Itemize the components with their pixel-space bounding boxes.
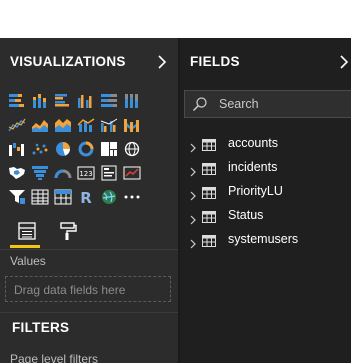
table-item-incidents[interactable]: incidents — [180, 159, 351, 183]
pie-chart-icon[interactable] — [51, 137, 74, 161]
expand-chevron-icon[interactable] — [189, 188, 197, 201]
gauge-icon[interactable] — [51, 161, 74, 185]
visual-gallery: 123 R — [5, 89, 173, 209]
filters-divider — [0, 312, 178, 313]
fields-header: FIELDS — [180, 38, 351, 86]
multi-row-card-icon[interactable] — [97, 161, 120, 185]
filters-title: FILTERS — [12, 320, 70, 335]
page-level-filters-label: Page level filters — [10, 352, 99, 363]
clustered-bar-chart-icon[interactable] — [51, 89, 74, 113]
waterfall-chart-icon[interactable] — [5, 137, 28, 161]
more-visuals-icon[interactable] — [120, 185, 143, 209]
table-icon — [202, 210, 216, 223]
top-whitespace — [0, 0, 351, 38]
r-visual-icon[interactable]: R — [74, 185, 97, 209]
matrix-icon[interactable] — [51, 185, 74, 209]
stacked-column-chart-icon[interactable] — [28, 89, 51, 113]
search-placeholder: Search — [219, 97, 259, 111]
table-name: systemusers — [228, 232, 299, 246]
slicer-icon[interactable] — [5, 185, 28, 209]
arcgis-map-icon[interactable] — [97, 185, 120, 209]
table-icon — [202, 138, 216, 151]
fields-pane: FIELDS Search accounts incidents Priorit… — [180, 38, 351, 363]
fields-title: FIELDS — [190, 54, 240, 69]
visualizations-header: VISUALIZATIONS — [0, 38, 178, 86]
table-item-status[interactable]: Status — [180, 207, 351, 231]
visualizations-pane: VISUALIZATIONS 123 R Values Drag data fi… — [0, 38, 178, 363]
table-icon[interactable] — [28, 185, 51, 209]
table-name: incidents — [228, 160, 278, 174]
line-and-stacked-column-chart-icon[interactable] — [74, 113, 97, 137]
active-tab-indicator — [10, 245, 40, 248]
expand-chevron-icon[interactable] — [189, 164, 197, 177]
svg-text:R: R — [80, 189, 92, 205]
card-icon[interactable]: 123 — [74, 161, 97, 185]
scatter-chart-icon[interactable] — [28, 137, 51, 161]
fields-search-input[interactable]: Search — [184, 90, 351, 118]
table-name: PriorityLU — [228, 184, 283, 198]
line-and-clustered-column-chart-icon[interactable] — [97, 113, 120, 137]
stacked-area-chart-icon[interactable] — [51, 113, 74, 137]
map-icon[interactable] — [120, 137, 143, 161]
100-stacked-column-chart-icon[interactable] — [120, 89, 143, 113]
search-icon — [192, 96, 208, 112]
collapse-fields-chevron-icon[interactable] — [337, 53, 351, 71]
stacked-bar-chart-icon[interactable] — [5, 89, 28, 113]
expand-chevron-icon[interactable] — [189, 212, 197, 225]
area-chart-icon[interactable] — [28, 113, 51, 137]
table-icon — [202, 162, 216, 175]
treemap-icon[interactable] — [97, 137, 120, 161]
visualizations-tabs — [0, 211, 178, 250]
100-stacked-bar-chart-icon[interactable] — [97, 89, 120, 113]
visualizations-title: VISUALIZATIONS — [10, 54, 126, 69]
ribbon-chart-icon[interactable] — [120, 113, 143, 137]
values-label: Values — [10, 254, 46, 268]
collapse-visualizations-chevron-icon[interactable] — [155, 53, 169, 71]
table-icon — [202, 186, 216, 199]
expand-chevron-icon[interactable] — [189, 236, 197, 249]
line-chart-icon[interactable] — [5, 113, 28, 137]
table-name: accounts — [228, 136, 279, 150]
funnel-icon[interactable] — [28, 161, 51, 185]
table-item-prioritylu[interactable]: PriorityLU — [180, 183, 351, 207]
table-item-accounts[interactable]: accounts — [180, 135, 351, 159]
format-paint-roller-icon[interactable] — [52, 217, 82, 245]
donut-chart-icon[interactable] — [74, 137, 97, 161]
values-drop-zone[interactable]: Drag data fields here — [5, 276, 171, 302]
field-table-list: accounts incidents PriorityLU Status sys… — [180, 135, 351, 255]
expand-chevron-icon[interactable] — [189, 140, 197, 153]
clustered-column-chart-icon[interactable] — [74, 89, 97, 113]
drop-zone-placeholder: Drag data fields here — [14, 283, 126, 297]
table-icon — [202, 234, 216, 247]
filled-map-icon[interactable] — [5, 161, 28, 185]
kpi-icon[interactable] — [120, 161, 143, 185]
svg-text:123: 123 — [79, 170, 92, 178]
fields-tab-icon[interactable] — [12, 217, 42, 245]
table-item-systemusers[interactable]: systemusers — [180, 231, 351, 255]
table-name: Status — [228, 208, 264, 222]
